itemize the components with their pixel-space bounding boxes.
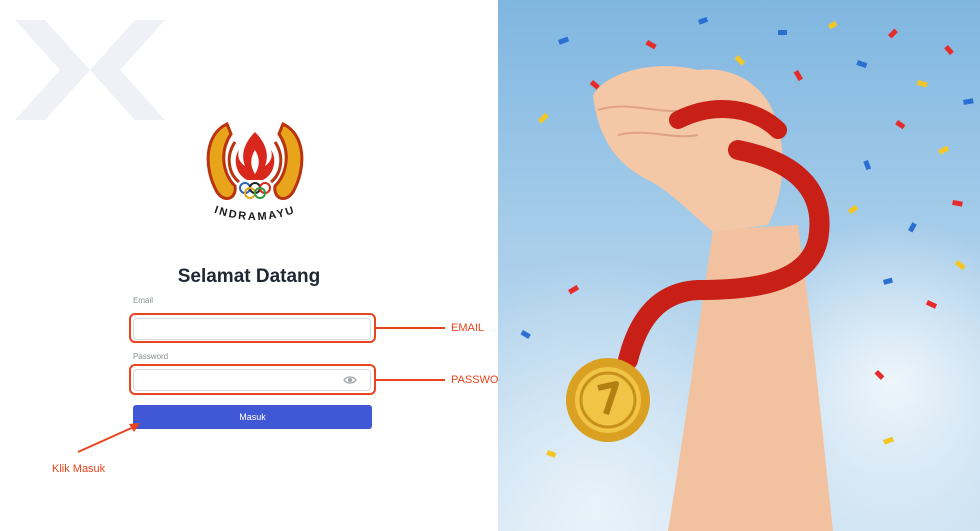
hero-image-panel — [498, 0, 980, 531]
login-pointer-arrow — [77, 425, 137, 453]
annotation-arrows — [77, 327, 445, 453]
hero-illustration — [520, 16, 974, 531]
login-panel: INDRAMAYU Selamat Datang Email Password … — [0, 0, 498, 531]
password-annotation: PASSWORD — [451, 374, 498, 386]
email-annotation: EMAIL — [451, 322, 485, 334]
click-login-annotation: Klik Masuk — [52, 463, 106, 475]
